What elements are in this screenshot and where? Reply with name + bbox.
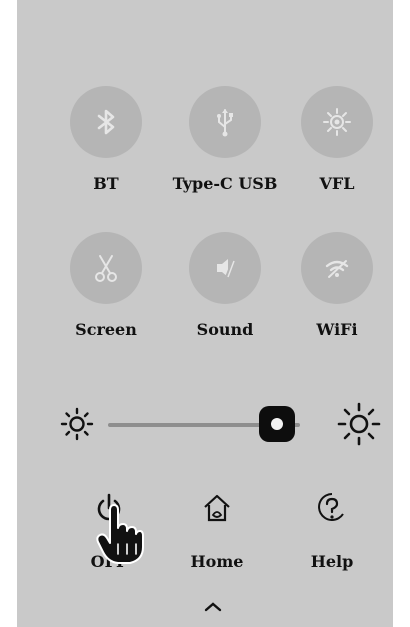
wifi-toggle[interactable]: WiFi [277,232,397,339]
usb-icon [217,109,233,137]
hand-cursor-icon [96,504,144,564]
home-label: Home [190,552,244,571]
screen-toggle[interactable]: Screen [46,232,166,339]
bt-button[interactable] [70,86,142,158]
vfl-button[interactable] [301,86,373,158]
usb-label: Type-C USB [172,174,278,193]
chevron-up-icon[interactable] [204,600,222,612]
help-button[interactable]: Help [277,490,387,571]
screen-label: Screen [75,320,137,339]
brightness-slider-thumb[interactable] [258,406,295,442]
bt-label: BT [93,174,119,193]
usb-button[interactable] [189,86,261,158]
bluetooth-icon [97,109,115,135]
quick-settings-panel: BT Type-C USB VFL Screen Sound WiFi OFF … [17,0,393,627]
brightness-high-icon [337,402,381,446]
sound-button[interactable] [189,232,261,304]
bt-toggle[interactable]: BT [46,86,166,193]
vfl-light-icon [323,108,351,136]
home-icon [204,494,230,522]
wifi-off-icon [325,260,349,278]
scissors-icon [95,255,117,282]
help-label: Help [310,552,354,571]
brightness-row [55,400,390,448]
home-button[interactable]: Home [162,490,272,571]
vfl-toggle[interactable]: VFL [277,86,397,193]
usb-toggle[interactable]: Type-C USB [165,86,285,193]
wifi-label: WiFi [316,320,358,339]
screen-button[interactable] [70,232,142,304]
vfl-label: VFL [319,174,355,193]
sound-muted-icon [217,259,235,279]
sound-label: Sound [196,320,254,339]
sound-toggle[interactable]: Sound [165,232,285,339]
brightness-low-icon [60,407,94,441]
wifi-button[interactable] [301,232,373,304]
help-icon [318,493,344,521]
thumb-dot [270,418,283,430]
